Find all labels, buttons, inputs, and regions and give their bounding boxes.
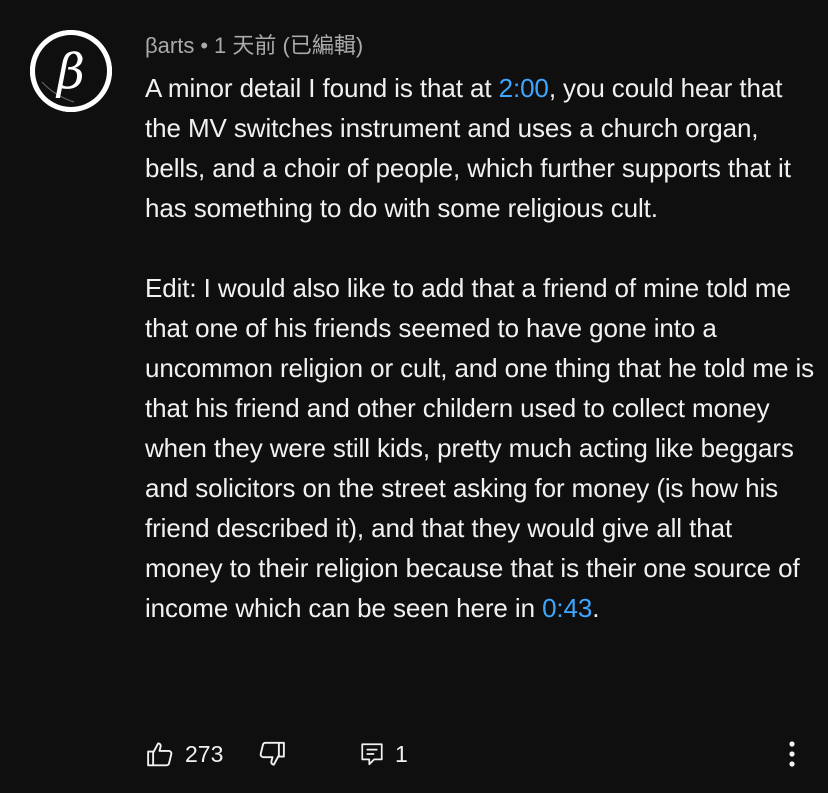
thumbs-down-icon	[259, 741, 285, 766]
timestamp-link[interactable]: 2:00	[499, 73, 549, 103]
author-name[interactable]: βarts	[145, 33, 194, 58]
like-button[interactable]: 273	[145, 732, 223, 776]
svg-text:β: β	[55, 44, 85, 100]
comment-actions: 273 1	[145, 732, 815, 776]
beta-letter-avatar-icon: β	[30, 30, 112, 112]
reply-count: 1	[395, 740, 408, 767]
comment-thread: β βarts • 1 天前 (已編輯) A minor detail I foun…	[0, 0, 828, 793]
reply-comment-icon	[361, 743, 383, 766]
comment-header: βarts • 1 天前 (已編輯)	[145, 33, 363, 59]
paragraph-text: A minor detail I found is that at	[145, 73, 499, 103]
comment-paragraph-2: Edit: I would also like to add that a fr…	[145, 268, 815, 628]
header-separator: •	[200, 33, 209, 58]
comment-paragraph-1: A minor detail I found is that at 2:00, …	[145, 68, 815, 228]
more-actions-button[interactable]	[779, 732, 805, 776]
comment-body: A minor detail I found is that at 2:00, …	[145, 68, 815, 628]
paragraph-text: Edit: I would also like to add that a fr…	[145, 273, 815, 623]
paragraph-text: .	[592, 593, 600, 623]
reply-button[interactable]: 1	[359, 732, 408, 776]
timestamp-link[interactable]: 0:43	[542, 593, 592, 623]
like-count: 273	[185, 740, 224, 767]
more-vertical-icon	[789, 741, 795, 767]
dislike-button[interactable]	[257, 732, 287, 776]
thumbs-up-icon	[147, 742, 173, 767]
comment-time: 1 天前 (已編輯)	[214, 33, 364, 58]
avatar[interactable]: β	[30, 30, 112, 112]
